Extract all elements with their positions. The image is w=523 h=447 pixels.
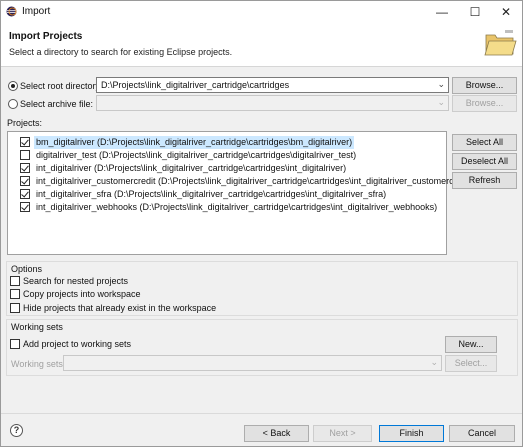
close-icon: ✕ (500, 5, 512, 19)
project-label: int_digitalriver (D:\Projects\link_digit… (36, 163, 347, 173)
next-button[interactable]: Next > (313, 425, 372, 442)
chevron-down-icon: ⌄ (437, 79, 445, 89)
refresh-button[interactable]: Refresh (452, 172, 517, 189)
root-directory-combo[interactable]: D:\Projects\link_digitalriver_cartridge\… (96, 77, 449, 93)
nested-projects-label: Search for nested projects (23, 276, 129, 286)
project-label: digitalriver_test (D:\Projects\link_digi… (36, 150, 357, 160)
copy-projects-checkbox[interactable] (10, 289, 20, 299)
wizard-header: Import Projects Select a directory to se… (1, 23, 522, 67)
hide-existing-checkbox[interactable] (10, 303, 20, 313)
project-checkbox[interactable] (20, 176, 30, 186)
root-directory-radio[interactable] (8, 81, 18, 91)
working-sets-field-label: Working sets: (11, 359, 66, 369)
project-label: int_digitalriver_webhooks (D:\Projects\l… (36, 202, 438, 212)
new-working-set-button[interactable]: New... (445, 336, 497, 353)
archive-file-radio[interactable] (8, 99, 18, 109)
select-working-sets-button[interactable]: Select... (445, 355, 497, 372)
projects-list[interactable]: bm_digitalriver (D:\Projects\link_digita… (7, 131, 474, 255)
project-checkbox[interactable] (20, 150, 30, 160)
close-button[interactable]: ✕ (491, 3, 521, 21)
chevron-down-icon: ⌄ (430, 357, 438, 367)
archive-file-combo[interactable]: ⌄ (96, 95, 449, 111)
root-directory-value: D:\Projects\link_digitalriver_cartridge\… (101, 80, 290, 90)
project-checkbox[interactable] (20, 163, 30, 173)
working-sets-combo[interactable]: ⌄ (63, 355, 442, 371)
project-label: int_digitalriver_sfra (D:\Projects\link_… (36, 189, 387, 199)
add-to-working-sets-checkbox[interactable] (10, 339, 20, 349)
footer-divider (1, 413, 522, 414)
project-checkbox[interactable] (20, 137, 30, 147)
projects-label: Projects: (7, 118, 43, 128)
root-browse-button[interactable]: Browse... (452, 77, 517, 94)
help-icon[interactable]: ? (10, 424, 23, 437)
page-title: Import Projects (9, 31, 83, 42)
page-description: Select a directory to search for existin… (9, 47, 233, 57)
root-directory-label: Select root directory: (20, 81, 103, 91)
finish-button[interactable]: Finish (379, 425, 444, 442)
folder-icon (484, 30, 517, 56)
add-to-working-sets-label: Add project to working sets (23, 339, 132, 349)
import-dialog: Import — ☐ ✕ Import Projects Select a di… (0, 0, 523, 447)
project-checkbox[interactable] (20, 189, 30, 199)
nested-projects-checkbox[interactable] (10, 276, 20, 286)
archive-browse-button[interactable]: Browse... (452, 95, 517, 112)
copy-projects-label: Copy projects into workspace (23, 289, 141, 299)
deselect-all-button[interactable]: Deselect All (452, 153, 517, 170)
maximize-icon: ☐ (469, 5, 481, 19)
options-label: Options (11, 264, 43, 274)
eclipse-icon (6, 6, 17, 17)
chevron-down-icon: ⌄ (437, 97, 445, 107)
project-label: int_digitalriver_customercredit (D:\Proj… (36, 176, 475, 186)
maximize-button[interactable]: ☐ (460, 3, 490, 21)
window-title: Import (22, 6, 51, 17)
minimize-button[interactable]: — (427, 3, 457, 21)
title-bar: Import — ☐ ✕ (1, 1, 522, 23)
project-label: bm_digitalriver (D:\Projects\link_digita… (34, 136, 355, 149)
minimize-icon: — (436, 5, 448, 19)
project-checkbox[interactable] (20, 202, 30, 212)
back-button[interactable]: < Back (244, 425, 309, 442)
archive-file-label: Select archive file: (20, 99, 94, 109)
working-sets-label: Working sets (11, 322, 63, 332)
cancel-button[interactable]: Cancel (449, 425, 515, 442)
select-all-button[interactable]: Select All (452, 134, 517, 151)
hide-existing-label: Hide projects that already exist in the … (23, 303, 217, 313)
